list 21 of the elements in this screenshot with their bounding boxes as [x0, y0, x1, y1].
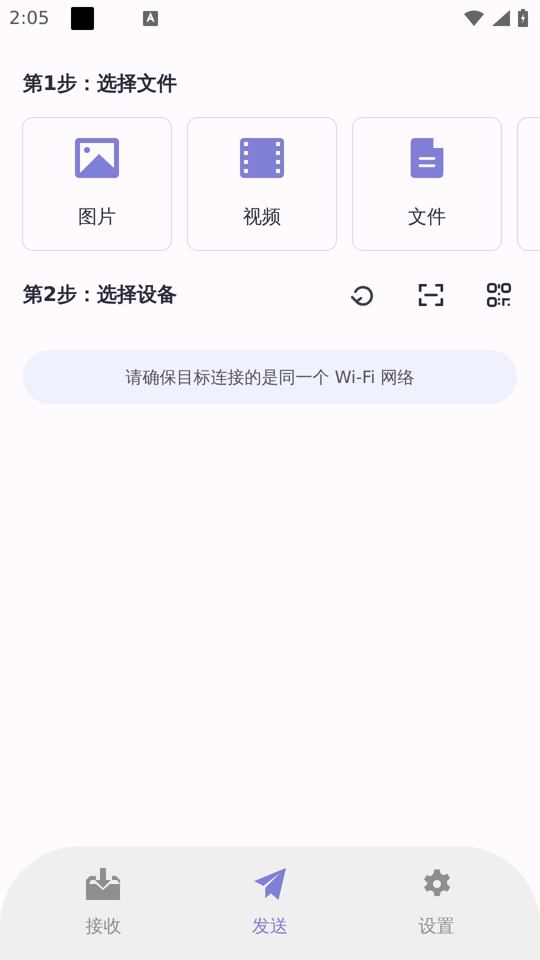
notification-icon	[71, 6, 94, 30]
battery-icon	[518, 9, 528, 27]
image-icon	[75, 138, 119, 178]
keyboard-icon	[143, 10, 158, 26]
status-time: 2:05	[9, 8, 50, 28]
section-title: 第2步：选择设备	[22, 281, 177, 308]
card-label: 文件	[408, 205, 446, 230]
qr-code-icon[interactable]	[486, 282, 512, 308]
card-label: 视频	[243, 205, 281, 230]
card-label: 图片	[78, 205, 116, 230]
signal-icon	[492, 10, 510, 26]
file-type-card[interactable]: 视频	[187, 117, 337, 251]
paper-plane-icon	[252, 868, 287, 900]
wifi-icon	[464, 10, 484, 26]
scan-icon[interactable]	[418, 282, 444, 308]
file-type-card[interactable]: 文件	[352, 117, 502, 251]
section-title: 第1步：选择文件	[22, 70, 178, 97]
file-type-card[interactable]: 图片	[22, 117, 172, 251]
download-tray-icon	[86, 868, 120, 900]
film-icon	[240, 138, 284, 178]
notice-banner: 请确保目标连接的是同一个 Wi-Fi 网络	[23, 350, 517, 404]
